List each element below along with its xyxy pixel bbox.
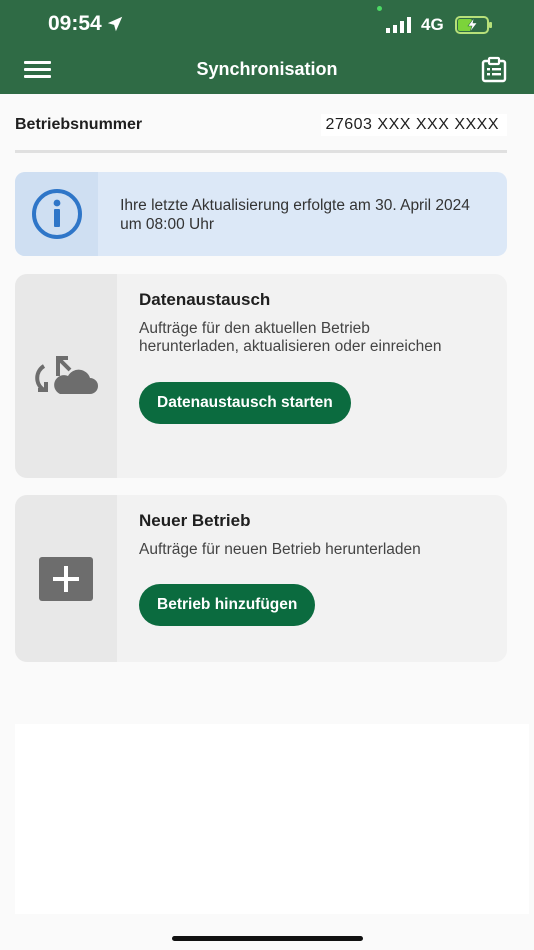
privacy-indicator-dot (377, 6, 382, 11)
page-title: Synchronisation (196, 59, 338, 79)
card-description: Aufträge für den aktuellen Betrieb herun… (139, 320, 442, 355)
info-icon (31, 189, 82, 239)
card-body: Neuer Betrieb Aufträge für neuen Betrieb… (117, 495, 507, 662)
card-icon-box (15, 274, 117, 478)
card-title: Datenaustausch (139, 290, 271, 309)
operation-number-row: Betriebsnummer 27603 XXX XXX XXXX (15, 112, 507, 138)
data-exchange-card: Datenaustausch Aufträge für den aktuelle… (15, 274, 507, 478)
add-operation-button[interactable]: Betrieb hinzufügen (139, 584, 316, 626)
time-text: 09:54 (48, 12, 102, 35)
last-update-notice: Ihre letzte Aktualisierung erfolgte am 3… (15, 172, 507, 256)
navigation-bar: Synchronisation (0, 50, 534, 94)
network-type: 4G (421, 15, 444, 34)
location-arrow-icon (107, 16, 122, 32)
card-title: Neuer Betrieb (139, 511, 251, 530)
sync-cloud-icon (35, 356, 98, 394)
operation-number-value: 27603 XXX XXX XXXX (321, 114, 507, 136)
plus-box-icon (39, 556, 93, 601)
card-icon-box (15, 495, 117, 662)
empty-area (15, 724, 529, 914)
start-data-exchange-button[interactable]: Datenaustausch starten (139, 382, 351, 424)
status-bar: 09:54 4G (0, 0, 534, 50)
new-operation-card: Neuer Betrieb Aufträge für neuen Betrieb… (15, 495, 507, 662)
last-update-text: Ihre letzte Aktualisierung erfolgte am 3… (120, 197, 470, 233)
signal-icon (386, 17, 411, 33)
notice-icon-box (15, 172, 99, 256)
card-body: Datenaustausch Aufträge für den aktuelle… (117, 274, 507, 478)
main-content: Betriebsnummer 27603 XXX XXX XXXX Ihre l… (0, 94, 534, 950)
divider (15, 150, 507, 153)
battery-charging-icon (455, 16, 492, 34)
clipboard-icon[interactable] (480, 56, 508, 84)
operation-number-label: Betriebsnummer (15, 116, 143, 133)
card-description: Aufträge für neuen Betrieb herunterladen (139, 541, 421, 558)
status-time: 09:54 (48, 12, 124, 36)
home-indicator[interactable] (172, 936, 363, 941)
app-header: 09:54 4G Synchronisation (0, 0, 534, 94)
